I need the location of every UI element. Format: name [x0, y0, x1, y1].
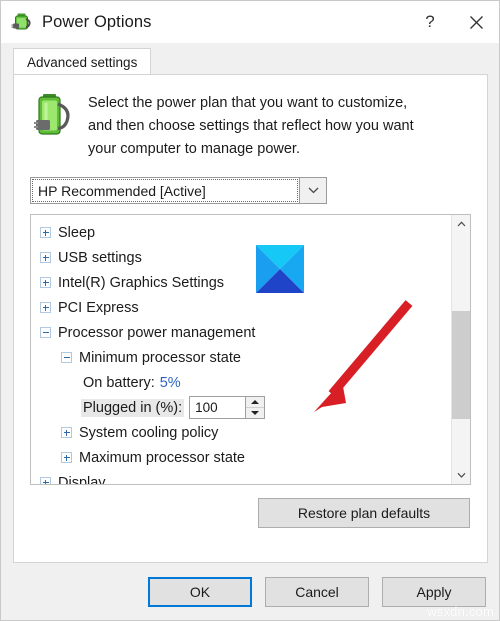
tree-item-label: Sleep: [58, 224, 96, 241]
tree-row[interactable]: Minimum processor state: [31, 345, 451, 370]
stepper-down-button[interactable]: [246, 408, 264, 418]
dialog-button-bar: OK Cancel Apply: [1, 563, 499, 620]
restore-plan-defaults-button[interactable]: Restore plan defaults: [258, 498, 470, 528]
apply-button[interactable]: Apply: [382, 576, 486, 607]
tree-row[interactable]: USB settings: [31, 245, 451, 270]
scrollbar-thumb[interactable]: [452, 311, 470, 419]
titlebar-buttons: ?: [407, 1, 499, 43]
tree-row[interactable]: PCI Express: [31, 295, 451, 320]
tree-row-on-battery[interactable]: On battery: 5%: [31, 370, 451, 395]
tree-item-label: Processor power management: [58, 324, 256, 341]
intro-line-3: your computer to manage power.: [88, 141, 300, 157]
advanced-settings-listbox[interactable]: Sleep USB settings Intel(R) Graphics Set…: [30, 214, 471, 485]
settings-tree[interactable]: Sleep USB settings Intel(R) Graphics Set…: [31, 215, 451, 484]
window-title: Power Options: [42, 12, 152, 31]
plugged-in-percent-stepper[interactable]: 100: [189, 396, 266, 419]
power-plan-value: HP Recommended [Active]: [38, 182, 206, 199]
tree-item-label: PCI Express: [58, 299, 139, 316]
cancel-button[interactable]: Cancel: [265, 576, 369, 607]
tree-row[interactable]: Maximum processor state: [31, 445, 451, 470]
intro-line-1: Select the power plan that you want to c…: [88, 95, 408, 111]
tree-item-label: Intel(R) Graphics Settings: [58, 274, 225, 291]
expander-plus-icon[interactable]: [40, 227, 51, 238]
tree-row-plugged-in[interactable]: Plugged in (%): 100: [31, 395, 451, 420]
ok-button[interactable]: OK: [148, 576, 252, 607]
tab-advanced-settings[interactable]: Advanced settings: [13, 48, 152, 76]
listbox-scrollbar[interactable]: [451, 215, 470, 484]
expander-minus-icon[interactable]: [40, 327, 51, 338]
tree-item-label: Minimum processor state: [79, 349, 241, 366]
expander-plus-icon[interactable]: [40, 477, 51, 484]
chevron-up-icon: [457, 221, 465, 227]
intel-graphics-icon: [256, 245, 304, 293]
tree-item-label: USB settings: [58, 249, 142, 266]
tree-row[interactable]: Sleep: [31, 220, 451, 245]
intro-block: Select the power plan that you want to c…: [30, 92, 471, 161]
stepper-up-button[interactable]: [246, 397, 265, 408]
expander-plus-icon[interactable]: [61, 452, 72, 463]
on-battery-label: On battery:: [83, 374, 155, 391]
tree-item-label: Display: [58, 474, 106, 485]
expander-plus-icon[interactable]: [40, 252, 51, 263]
tab-label: Advanced settings: [27, 55, 138, 70]
tree-row[interactable]: Display: [31, 470, 451, 484]
plugged-in-label: Plugged in (%):: [81, 398, 185, 417]
power-plan-combobox[interactable]: HP Recommended [Active]: [30, 177, 327, 204]
plugged-in-percent-input[interactable]: 100: [189, 396, 247, 419]
expander-minus-icon[interactable]: [61, 352, 72, 363]
close-icon: [469, 15, 483, 29]
tree-item-label: System cooling policy: [79, 424, 219, 441]
expander-plus-icon[interactable]: [61, 427, 72, 438]
tree-row[interactable]: Intel(R) Graphics Settings: [31, 270, 451, 295]
scrollbar-track[interactable]: [452, 233, 470, 466]
intro-line-2: and then choose settings that reflect ho…: [88, 118, 414, 134]
chevron-down-icon[interactable]: [300, 177, 327, 204]
tree-row[interactable]: Processor power management: [31, 320, 451, 345]
on-battery-value[interactable]: 5%: [160, 375, 181, 391]
intro-text: Select the power plan that you want to c…: [88, 92, 414, 161]
expander-plus-icon[interactable]: [40, 277, 51, 288]
restore-row: Restore plan defaults: [30, 498, 471, 528]
tree-item-label: Maximum processor state: [79, 449, 245, 466]
close-button[interactable]: [453, 1, 499, 43]
battery-plug-icon: [34, 92, 76, 138]
tree-row[interactable]: System cooling policy: [31, 420, 451, 445]
power-plan-combobox-field[interactable]: HP Recommended [Active]: [30, 177, 300, 204]
tabstrip: Advanced settings: [1, 43, 499, 76]
titlebar: Power Options ?: [1, 1, 499, 43]
expander-plus-icon[interactable]: [40, 302, 51, 313]
watermark: wsxdn.com: [427, 604, 494, 619]
help-button[interactable]: ?: [407, 1, 453, 43]
triangle-up-icon: [251, 400, 260, 404]
scroll-down-button[interactable]: [452, 466, 470, 484]
power-options-window: Power Options ? Advanced settings Select…: [0, 0, 500, 621]
stepper-buttons[interactable]: [246, 396, 266, 419]
chevron-down-icon: [457, 472, 465, 478]
power-plug-battery-icon: [11, 11, 33, 33]
advanced-settings-panel: Select the power plan that you want to c…: [13, 74, 488, 563]
scroll-up-button[interactable]: [452, 215, 470, 233]
triangle-down-icon: [251, 411, 260, 415]
